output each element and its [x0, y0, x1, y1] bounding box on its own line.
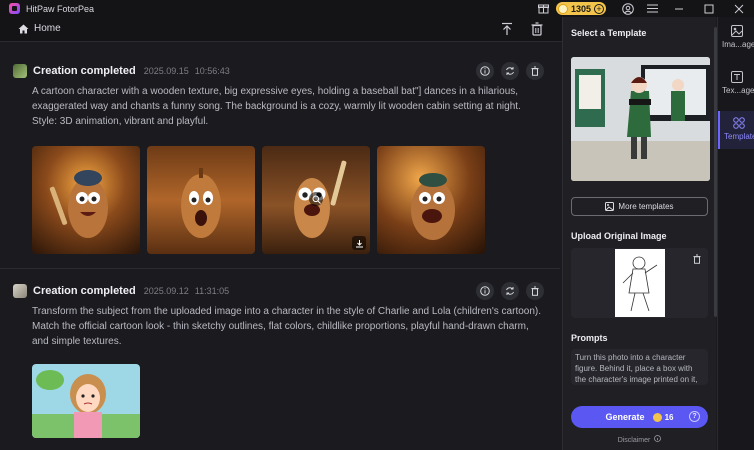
rail-label: Template: [724, 132, 754, 141]
content-header: Home: [0, 17, 562, 42]
uploaded-image: [615, 249, 665, 317]
download-icon[interactable]: [352, 236, 366, 250]
home-icon: [18, 24, 29, 33]
more-templates-label: More templates: [618, 202, 674, 211]
gift-icon[interactable]: [538, 3, 550, 15]
upload-dropzone[interactable]: [571, 248, 708, 318]
rail-item-image-to-image[interactable]: Ima...age: [718, 19, 754, 57]
disclaimer-label: Disclaimer: [617, 437, 651, 444]
result-image[interactable]: [32, 364, 140, 438]
more-templates-button[interactable]: More templates: [571, 197, 708, 216]
creation-prompt: A cartoon character with a wooden textur…: [32, 86, 521, 127]
trash-icon: [531, 66, 539, 76]
generate-label: Generate: [605, 412, 645, 422]
credits-badge[interactable]: 1305 +: [555, 2, 606, 15]
result-image[interactable]: [377, 146, 485, 254]
delete-all-icon[interactable]: [530, 22, 544, 36]
template-icon: [733, 117, 745, 129]
regenerate-button[interactable]: [501, 282, 519, 300]
regenerate-button[interactable]: [501, 62, 519, 80]
tool-rail: Ima...age Tex...age Template: [717, 17, 754, 450]
coin-icon: [557, 3, 568, 14]
rail-item-text-to-image[interactable]: Tex...age: [718, 65, 754, 103]
rail-label: Ima...age: [722, 40, 754, 49]
credits-count: 1305: [570, 3, 591, 14]
rail-item-template[interactable]: Template: [718, 111, 754, 149]
creation-status: Creation completed: [33, 285, 136, 297]
home-label: Home: [34, 23, 61, 34]
coin-icon: [652, 412, 662, 422]
disclaimer-link[interactable]: Disclaimer: [571, 435, 708, 444]
scroll-to-top-icon[interactable]: [500, 22, 514, 36]
help-icon[interactable]: ?: [689, 411, 700, 422]
home-link[interactable]: Home: [18, 23, 61, 34]
refresh-icon: [506, 67, 514, 75]
result-image[interactable]: [32, 146, 140, 254]
title-bar: HitPaw FotorPea 1305 +: [0, 0, 754, 17]
info-icon: [480, 286, 490, 296]
add-credits-icon[interactable]: +: [594, 3, 604, 14]
select-template-heading: Select a Template: [571, 28, 647, 38]
template-gallery-icon: [605, 202, 615, 211]
creation-time: 10:56:43: [194, 66, 230, 76]
prompts-heading: Prompts: [571, 333, 608, 343]
generate-cost: 16: [664, 412, 674, 422]
template-panel: Select a Template More templates Upload …: [562, 17, 717, 450]
app-title: HitPaw FotorPea: [26, 3, 95, 14]
creation-thumbnail: [13, 284, 27, 298]
account-icon[interactable]: [622, 2, 634, 15]
upload-heading: Upload Original Image: [571, 231, 667, 241]
template-preview[interactable]: [571, 57, 710, 181]
close-button[interactable]: [724, 0, 754, 17]
card-divider: [0, 268, 560, 269]
creation-date: 2025.09.15: [143, 66, 189, 76]
rail-label: Tex...age: [722, 86, 754, 95]
result-image[interactable]: [262, 146, 370, 254]
image-icon: [731, 25, 743, 37]
delete-button[interactable]: [526, 282, 544, 300]
creation-status: Creation completed: [33, 65, 136, 77]
info-icon: [480, 66, 490, 76]
creation-prompt: Transform the subject from the uploaded …: [32, 306, 542, 347]
info-icon: [654, 435, 662, 442]
creation-time: 11:31:05: [194, 286, 230, 296]
maximize-button[interactable]: [694, 0, 724, 17]
generate-button[interactable]: Generate 16 ?: [571, 406, 708, 428]
text-to-image-icon: [731, 71, 743, 83]
remove-upload-icon[interactable]: [692, 254, 702, 264]
minimize-button[interactable]: [664, 0, 694, 17]
info-button[interactable]: [476, 62, 494, 80]
zoom-icon[interactable]: [309, 192, 323, 206]
prompt-input[interactable]: Turn this photo into a character figure.…: [571, 349, 708, 385]
menu-icon[interactable]: [646, 3, 658, 15]
creation-thumbnail: [13, 64, 27, 78]
creation-date: 2025.09.12: [143, 286, 189, 296]
app-logo-icon: [9, 3, 20, 14]
result-image[interactable]: [147, 146, 255, 254]
info-button[interactable]: [476, 282, 494, 300]
creation-feed[interactable]: Creation completed 2025.09.15 10:56:43 A…: [0, 50, 560, 450]
trash-icon: [531, 286, 539, 296]
delete-button[interactable]: [526, 62, 544, 80]
refresh-icon: [506, 287, 514, 295]
